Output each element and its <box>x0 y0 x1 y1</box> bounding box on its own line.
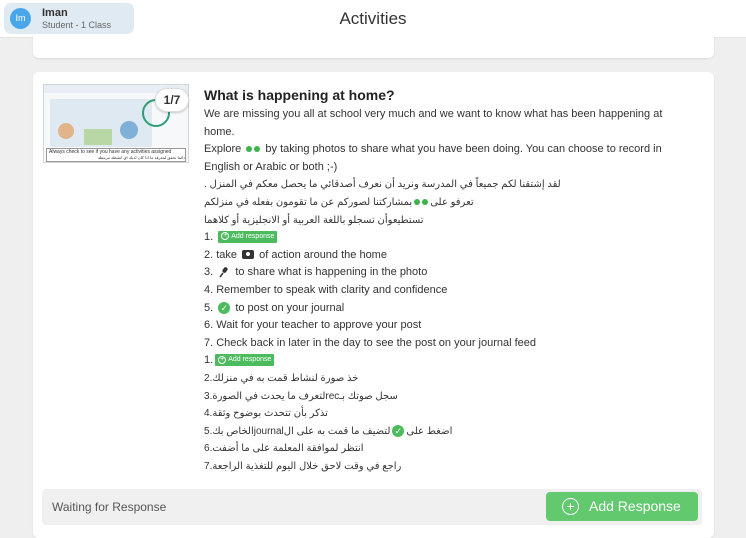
arabic-step-5: اضغط على✓لتضيف ما قمت به على الjournalال… <box>204 423 699 441</box>
intro-line: Explore by taking photos to share what y… <box>204 141 699 159</box>
activity-content: What is happening at home? We are missin… <box>204 86 699 475</box>
intro-explore-text: Explore <box>204 143 242 156</box>
intro-line: English or Arabic or both ;-) <box>204 160 338 173</box>
response-status: Waiting for Response <box>52 500 167 514</box>
checkmark-icon: ✓ <box>392 425 405 438</box>
arabic-intro-line: لقد إشتقنا لكم جميعاً في المدرسة ونريد أ… <box>204 179 561 191</box>
intro-line: home. <box>204 125 235 138</box>
activity-title: What is happening at home? <box>204 87 395 103</box>
step-3: 3. to share what is happening in the pho… <box>204 264 699 282</box>
thumbnail-figure-icon <box>120 121 138 139</box>
step-text: to share what is happening in the photo <box>235 266 428 279</box>
previous-activity-card <box>33 34 714 58</box>
arabic-step-part: اضغط على <box>406 425 453 437</box>
glasses-icon <box>246 145 261 153</box>
step-7: 7. Check back in later in the day to see… <box>204 336 537 349</box>
step-number: 1. <box>204 231 214 244</box>
response-footer: Waiting for Response + Add Response <box>42 489 702 525</box>
step-text: of action around the home <box>259 248 387 261</box>
arabic-intro-part: بمشاركتنا لصوركم عن ما تقومون بفعله في م… <box>204 196 413 208</box>
step-number: 5. <box>204 301 214 314</box>
arabic-step-7: راجع في وقت لاحق خلال اليوم للتغذية الرا… <box>204 460 402 472</box>
arabic-step-2: خذ صورة لنشاط قمت به في منزلك.2 <box>204 372 359 384</box>
add-response-mini-button: + Add response <box>218 231 278 244</box>
step-6: 6. Wait for your teacher to approve your… <box>204 319 422 332</box>
activity-card: Always check to see if you have any acti… <box>33 72 714 538</box>
step-1: 1. + Add response <box>204 229 699 247</box>
intro-line: We are missing you all at school very mu… <box>204 108 663 120</box>
step-number: 1. <box>204 354 214 367</box>
step-text: to post on your journal <box>235 301 345 314</box>
thumbnail-caption-ar: دائما تحقق لمعرفة ما اذا كان لديك اي انش… <box>97 155 185 160</box>
page-title: Activities <box>339 9 407 28</box>
mini-add-label: Add response <box>228 356 272 364</box>
arabic-intro-part: تعرفو على <box>430 196 474 208</box>
top-bar: Im Iman Student - 1 Class Activities <box>0 0 746 38</box>
arabic-step-3: سجل صوتك بـrecلتعرف ما يحدث في الصورة.3 <box>204 390 398 402</box>
plus-circle-icon: + <box>218 355 227 364</box>
arabic-step-6: انتظر لموافقة المعلمة على ما أضفت.6 <box>204 443 364 455</box>
thumbnail-figure-icon <box>84 129 112 145</box>
checkmark-icon: ✓ <box>218 301 231 314</box>
microphone-icon <box>219 267 228 278</box>
step-number: 3. <box>204 266 214 279</box>
thumbnail-figure-icon <box>58 123 74 139</box>
camera-icon <box>242 250 255 260</box>
step-4: 4. Remember to speak with clarity and co… <box>204 283 448 296</box>
step-2: 2. take of action around the home <box>204 247 699 265</box>
arabic-step-part: لتضيف ما قمت به على الjournalالخاص بك.5 <box>204 425 391 437</box>
plus-circle-icon: + <box>221 232 230 241</box>
thumbnail-caption: Always check to see if you have any acti… <box>46 148 186 162</box>
intro-explore-rest: by taking photos to share what you have … <box>265 143 662 156</box>
plus-circle-icon: + <box>562 498 579 515</box>
step-5: 5. ✓ to post on your journal <box>204 300 699 318</box>
glasses-icon <box>414 198 429 206</box>
arabic-step-4: تذكر بأن تتحدث بوضوح وثقة.4 <box>204 408 328 420</box>
add-response-mini-button: + Add response <box>215 354 275 367</box>
mini-add-label: Add response <box>231 233 275 241</box>
step-text: 2. take <box>204 248 238 261</box>
add-response-label: Add Response <box>589 498 681 514</box>
arabic-intro-line: تعرفو على بمشاركتنا لصوركم عن ما تقومون ب… <box>204 194 699 212</box>
page-count-badge: 1/7 <box>155 88 189 112</box>
arabic-intro-line: تستطيعوأن تسجلو باللغة العربية أو الانجل… <box>204 214 424 226</box>
arabic-step-1: 1. + Add response <box>204 352 699 370</box>
add-response-button[interactable]: + Add Response <box>546 492 698 521</box>
